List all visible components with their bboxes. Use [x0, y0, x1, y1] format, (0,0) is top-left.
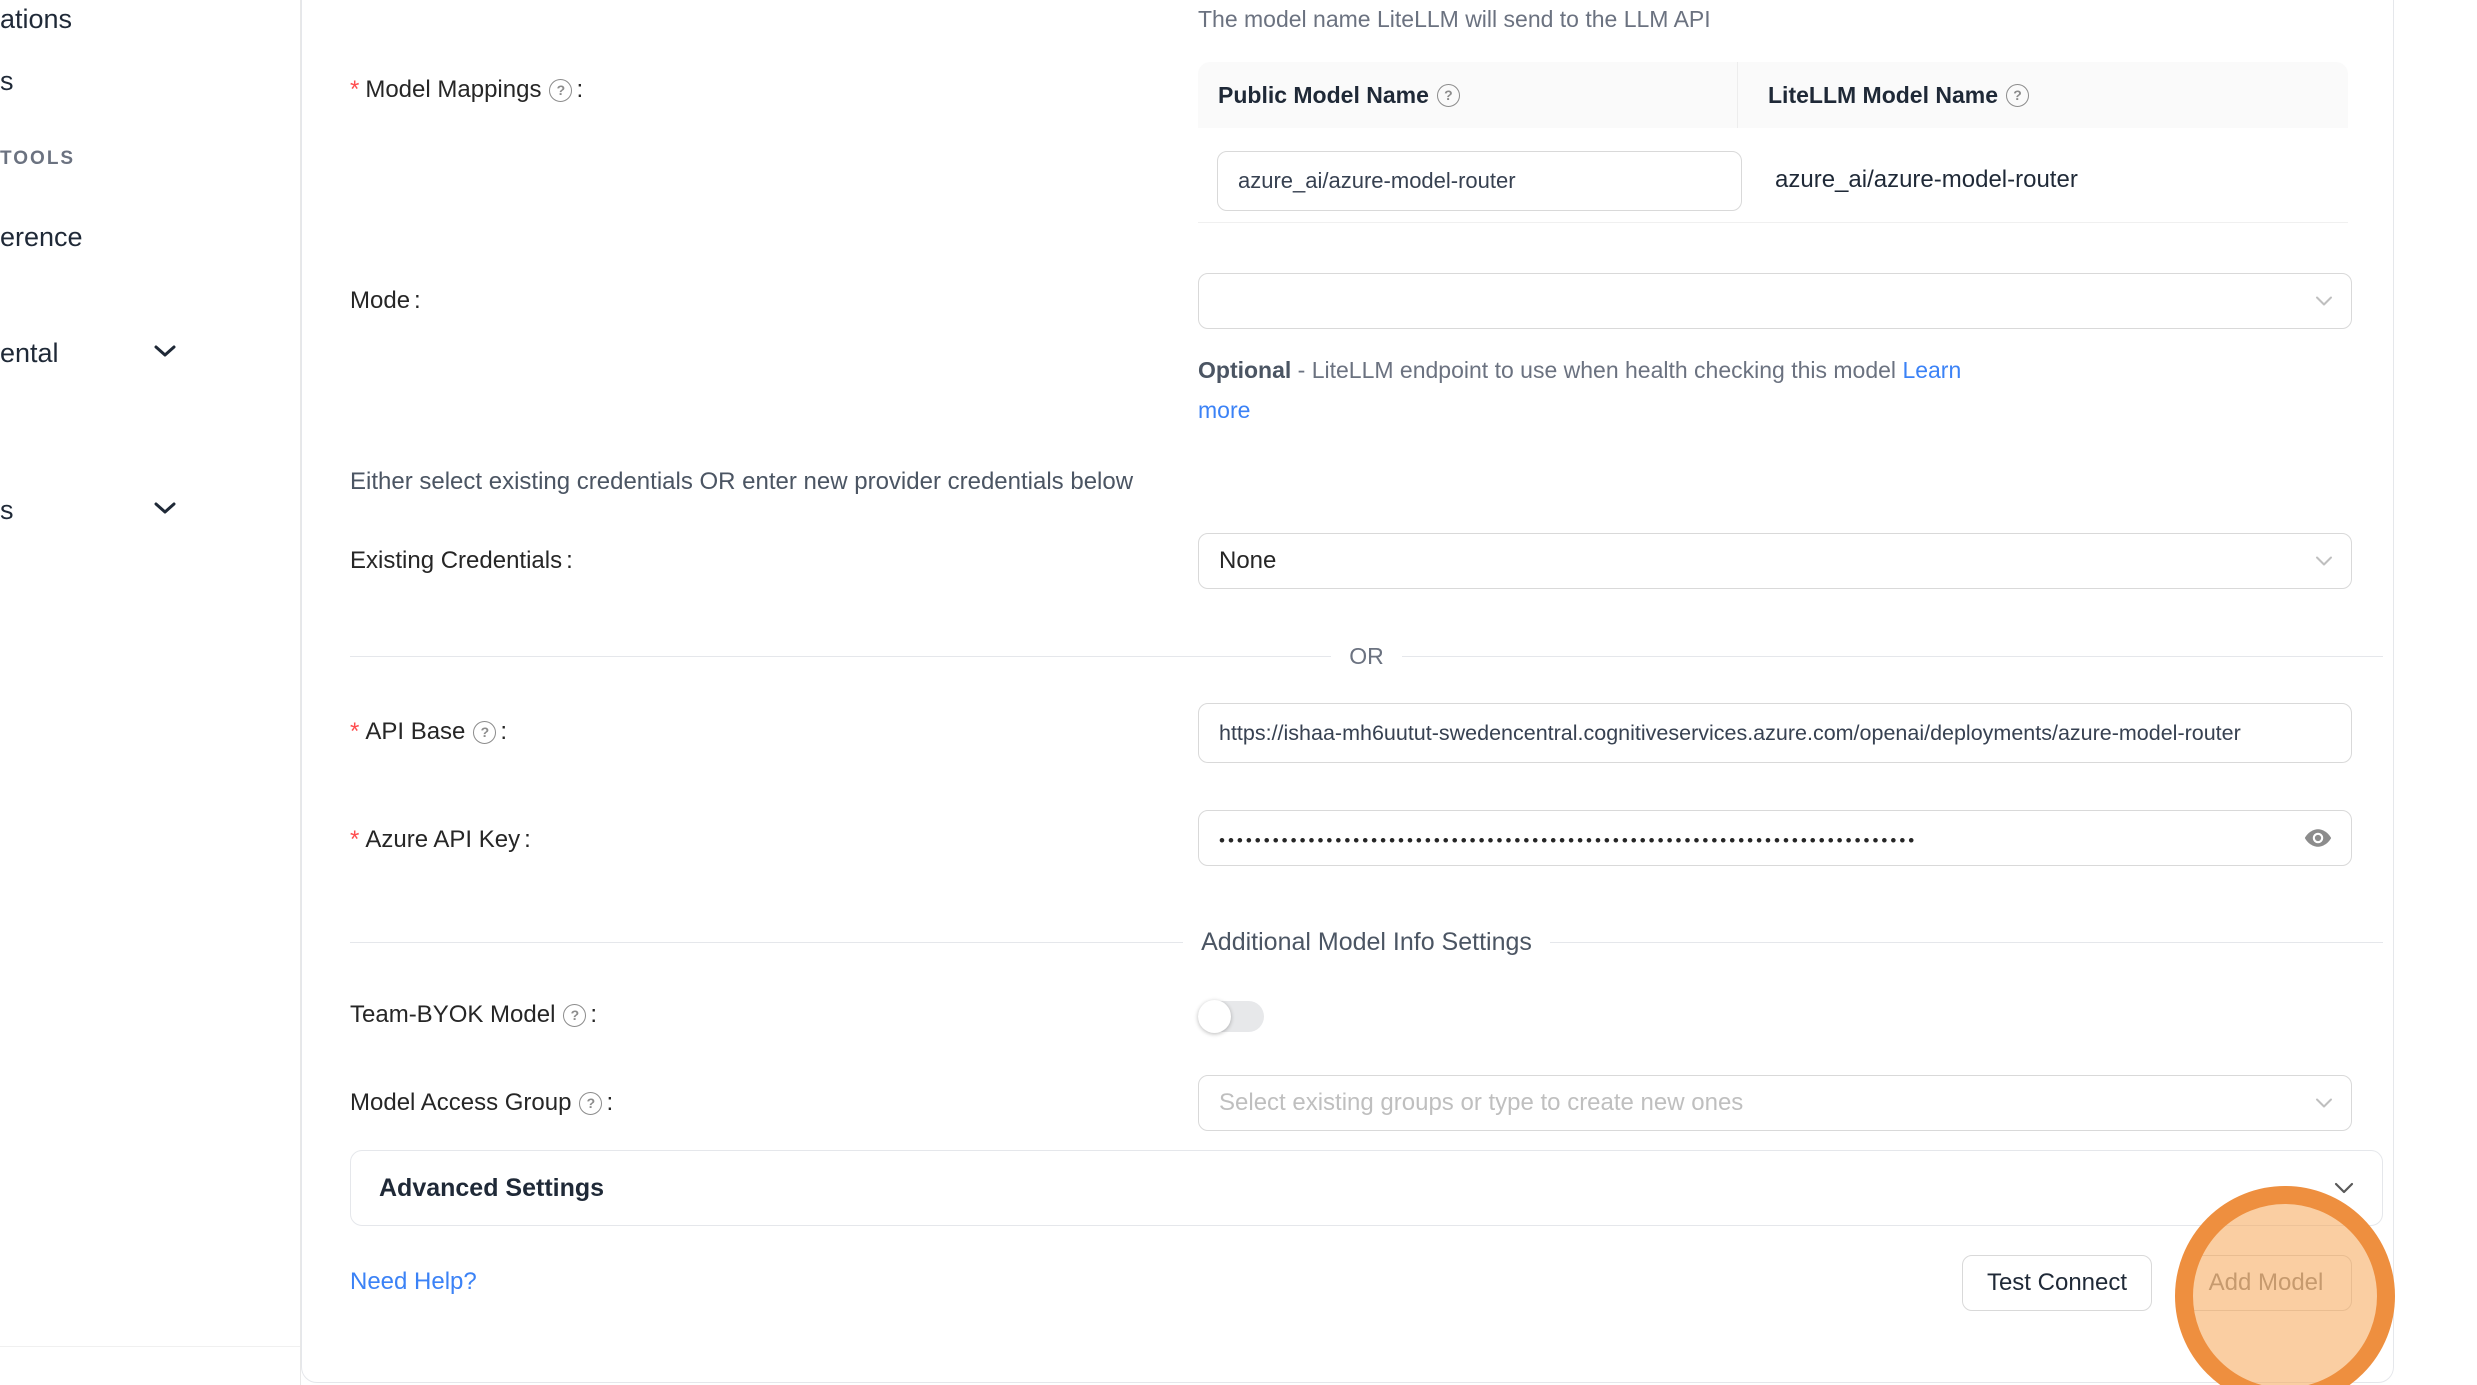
mode-label-text: Mode	[350, 287, 410, 315]
help-icon[interactable]: ?	[563, 1004, 586, 1027]
credentials-note: Either select existing credentials OR en…	[350, 468, 1133, 496]
label-colon: :	[566, 547, 573, 575]
existing-credentials-label-text: Existing Credentials	[350, 547, 562, 575]
existing-credentials-value: None	[1219, 547, 1276, 575]
model-mappings-table-header: Public Model Name ? LiteLLM Model Name ?	[1198, 62, 2348, 128]
label-colon: :	[500, 718, 507, 746]
add-model-page: ations s TOOLS erence ental s The model …	[0, 0, 2477, 1385]
chevron-down-icon	[2334, 1182, 2354, 1194]
label-colon: :	[606, 1089, 613, 1117]
divider-line	[350, 942, 1183, 943]
help-icon[interactable]: ?	[579, 1092, 602, 1115]
azure-api-key-input[interactable]: ••••••••••••••••••••••••••••••••••••••••…	[1198, 810, 2352, 866]
api-base-input[interactable]: https://ishaa-mh6uutut-swedencentral.cog…	[1198, 703, 2352, 763]
sidebar-item-organizations[interactable]: ations	[0, 4, 72, 35]
eye-icon[interactable]	[2303, 823, 2333, 853]
mode-select[interactable]	[1198, 273, 2352, 329]
model-access-group-placeholder: Select existing groups or type to create…	[1219, 1089, 1743, 1117]
litellm-model-name-value: azure_ai/azure-model-router	[1775, 166, 2078, 194]
advanced-settings-panel[interactable]: Advanced Settings	[350, 1150, 2383, 1226]
help-icon[interactable]: ?	[549, 79, 572, 102]
divider-line	[1402, 656, 2383, 657]
public-model-name-value: azure_ai/azure-model-router	[1238, 168, 1516, 194]
model-access-group-label-text: Model Access Group	[350, 1089, 571, 1117]
api-base-label-text: API Base	[365, 718, 465, 746]
existing-credentials-select[interactable]: None	[1198, 533, 2352, 589]
sidebar-divider	[0, 1346, 300, 1347]
divider-line	[1550, 942, 2383, 943]
advanced-settings-title: Advanced Settings	[379, 1174, 604, 1203]
required-asterisk: *	[350, 718, 359, 746]
existing-credentials-label: Existing Credentials :	[350, 547, 573, 575]
chevron-down-icon	[153, 344, 177, 358]
mode-help-body: - LiteLLM endpoint to use when health ch…	[1291, 357, 1902, 383]
sidebar-item-api-reference[interactable]: erence	[0, 222, 83, 253]
public-model-name-header-text: Public Model Name	[1218, 82, 1429, 109]
litellm-model-helper-text: The model name LiteLLM will send to the …	[1198, 6, 1711, 33]
mode-label: Mode :	[350, 287, 421, 315]
label-colon: :	[414, 287, 421, 315]
chevron-down-icon	[153, 501, 177, 515]
help-icon[interactable]: ?	[1437, 84, 1460, 107]
mode-help-text: Optional - LiteLLM endpoint to use when …	[1198, 350, 1998, 430]
table-row-border	[1198, 222, 2348, 223]
chevron-down-icon	[2315, 556, 2333, 567]
litellm-model-name-header: LiteLLM Model Name ?	[1768, 82, 2029, 109]
masked-api-key-value: ••••••••••••••••••••••••••••••••••••••••…	[1219, 828, 2259, 849]
model-mappings-label: * Model Mappings ? :	[350, 76, 583, 104]
sidebar-item[interactable]: s	[0, 66, 14, 97]
toggle-knob	[1198, 1000, 1231, 1033]
need-help-link[interactable]: Need Help?	[350, 1268, 477, 1296]
model-access-group-select[interactable]: Select existing groups or type to create…	[1198, 1075, 2352, 1131]
add-model-button[interactable]: Add Model	[2180, 1255, 2352, 1311]
help-icon[interactable]: ?	[473, 721, 496, 744]
label-colon: :	[590, 1001, 597, 1029]
label-colon: :	[524, 826, 531, 854]
public-model-name-header: Public Model Name ?	[1218, 82, 1718, 109]
api-base-label: * API Base ? :	[350, 718, 507, 746]
table-column-divider	[1737, 62, 1738, 128]
team-byok-toggle[interactable]	[1198, 1000, 1266, 1033]
mode-help-bold: Optional	[1198, 357, 1291, 383]
model-access-group-label: Model Access Group ? :	[350, 1089, 613, 1117]
public-model-name-input[interactable]: azure_ai/azure-model-router	[1217, 151, 1742, 211]
test-connect-button[interactable]: Test Connect	[1962, 1255, 2152, 1311]
chevron-down-icon	[2315, 296, 2333, 307]
or-divider-text: OR	[1331, 643, 1402, 670]
additional-info-divider-text: Additional Model Info Settings	[1183, 928, 1550, 957]
model-mappings-label-text: Model Mappings	[365, 76, 541, 104]
additional-info-divider: Additional Model Info Settings	[350, 928, 2383, 957]
or-divider: OR	[350, 643, 2383, 670]
label-colon: :	[576, 76, 583, 104]
chevron-down-icon	[2315, 1098, 2333, 1109]
sidebar-section-tools: TOOLS	[0, 148, 75, 170]
azure-api-key-label: * Azure API Key :	[350, 826, 531, 854]
help-icon[interactable]: ?	[2006, 84, 2029, 107]
sidebar-item-settings[interactable]: s	[0, 495, 14, 526]
team-byok-label-text: Team-BYOK Model	[350, 1001, 555, 1029]
sidebar-item-experimental[interactable]: ental	[0, 338, 59, 369]
litellm-model-name-header-text: LiteLLM Model Name	[1768, 82, 1998, 109]
api-base-value: https://ishaa-mh6uutut-swedencentral.cog…	[1219, 721, 2241, 746]
divider-line	[350, 656, 1331, 657]
required-asterisk: *	[350, 76, 359, 104]
azure-api-key-label-text: Azure API Key	[365, 826, 520, 854]
team-byok-label: Team-BYOK Model ? :	[350, 1001, 597, 1029]
required-asterisk: *	[350, 826, 359, 854]
